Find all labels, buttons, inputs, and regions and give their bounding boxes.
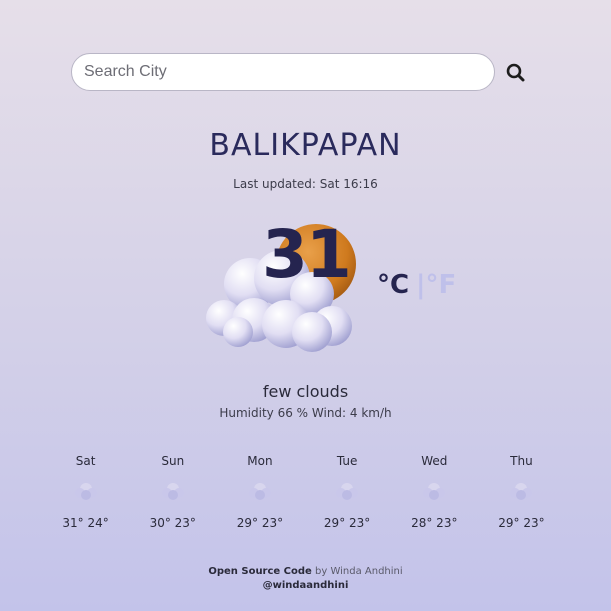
footer-author: by Winda Andhini: [311, 566, 403, 577]
cloud-icon: [161, 483, 184, 500]
forecast-day-name: Mon: [247, 454, 273, 468]
forecast-day-name: Sat: [75, 454, 96, 468]
weather-description: few clouds: [262, 382, 349, 401]
source-code-link[interactable]: Open Source Code: [208, 566, 312, 577]
forecast-day: Tue 29° 23°: [304, 454, 391, 530]
weather-details: Humidity 66 % Wind: 4 km/h: [219, 406, 392, 420]
forecast-temps: 29° 23°: [498, 516, 545, 530]
search-button[interactable]: [503, 60, 529, 86]
forecast-day-name: Thu: [510, 454, 533, 468]
cloud-icon: [423, 483, 446, 500]
search-input[interactable]: [71, 53, 495, 91]
cloud-icon: [336, 483, 359, 500]
cloud-icon: [74, 483, 97, 500]
forecast-day: Sat 31° 24°: [42, 454, 129, 530]
forecast-day: Thu 29° 23°: [478, 454, 565, 530]
celsius-toggle[interactable]: °C: [377, 270, 409, 300]
forecast-temps: 30° 23°: [149, 516, 196, 530]
cloud-icon: [248, 483, 271, 500]
search-icon: [506, 63, 525, 82]
forecast-day-name: Sun: [161, 454, 185, 468]
forecast-day: Mon 29° 23°: [216, 454, 303, 530]
forecast-temps: 29° 23°: [323, 516, 371, 530]
forecast-temps: 28° 23°: [411, 516, 458, 530]
forecast-temps: 31° 24°: [62, 516, 109, 530]
current-temperature: 31: [262, 216, 352, 293]
footer: Open Source Code by Winda Andhini @winda…: [0, 565, 611, 593]
forecast-day-name: Tue: [336, 454, 358, 468]
city-name: BALIKPAPAN: [209, 128, 402, 163]
forecast-list: Sat 31° 24° Sun 30° 23° Mon 29° 23° Tue …: [42, 454, 565, 530]
author-handle-link[interactable]: @windaandhini: [263, 580, 349, 591]
forecast-day-name: Wed: [421, 454, 448, 468]
forecast-day: Wed 28° 23°: [391, 454, 478, 530]
forecast-day: Sun 30° 23°: [129, 454, 216, 530]
cloud-icon: [510, 483, 533, 500]
last-updated: Last updated: Sat 16:16: [233, 177, 378, 191]
footer-credit: Open Source Code by Winda Andhini: [0, 565, 611, 579]
forecast-temps: 29° 23°: [236, 516, 284, 530]
fahrenheit-toggle[interactable]: |°F: [416, 270, 456, 300]
